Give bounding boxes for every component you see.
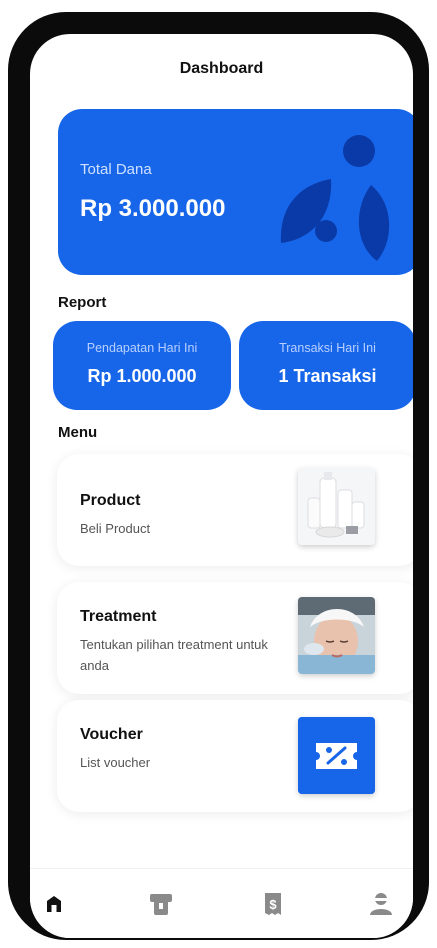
leaf-dots-graphic	[280, 135, 390, 261]
report-heading: Report	[58, 294, 107, 311]
report-card-pendapatan[interactable]: Pendapatan Hari Ini Rp 1.000.000	[53, 321, 231, 410]
profile-icon	[370, 893, 392, 915]
menu-item-treatment[interactable]: Treatment Tentukan pilihan treatment unt…	[57, 582, 413, 694]
report-label: Pendapatan Hari Ini	[86, 341, 198, 355]
receipt-dollar-icon: $	[265, 893, 281, 915]
product-bottles-image	[298, 468, 375, 545]
facial-treatment-image	[298, 597, 375, 674]
report-value: Rp 1.000.000	[87, 366, 197, 386]
menu-item-title: Voucher	[80, 726, 143, 743]
svg-text:$: $	[269, 897, 277, 912]
atm-card-icon	[150, 894, 172, 915]
menu-item-desc: List voucher	[80, 755, 151, 770]
nav-home[interactable]	[37, 887, 71, 921]
report-card-transaksi[interactable]: Transaksi Hari Ini 1 Transaksi	[239, 321, 413, 410]
menu-item-desc: Tentukan pilihan treatment untuk anda	[80, 637, 268, 673]
menu-item-title: Product	[80, 492, 141, 509]
menu-item-title: Treatment	[80, 608, 157, 625]
app-screen: Dashboard Total Dana Rp 3.000.000 Report…	[30, 34, 413, 938]
nav-atm[interactable]	[144, 887, 178, 921]
page-title: Dashboard	[179, 60, 264, 77]
menu-item-voucher[interactable]: Voucher List voucher	[57, 700, 413, 812]
menu-item-desc: Beli Product	[80, 521, 151, 536]
total-dana-value: Rp 3.000.000	[80, 195, 226, 222]
phone-frame: Dashboard Total Dana Rp 3.000.000 Report…	[8, 12, 429, 940]
report-label: Transaksi Hari Ini	[279, 341, 376, 355]
voucher-ticket-icon	[298, 717, 375, 794]
total-dana-label: Total Dana	[80, 161, 152, 178]
nav-transaction[interactable]: $	[256, 887, 290, 921]
menu-item-product[interactable]: Product Beli Product	[57, 454, 413, 566]
menu-heading: Menu	[58, 424, 98, 441]
report-value: 1 Transaksi	[278, 366, 377, 386]
home-icon	[47, 896, 61, 912]
total-dana-card[interactable]: Total Dana Rp 3.000.000	[58, 109, 413, 275]
nav-profile[interactable]	[364, 887, 398, 921]
bottom-navigation: $	[30, 868, 413, 938]
